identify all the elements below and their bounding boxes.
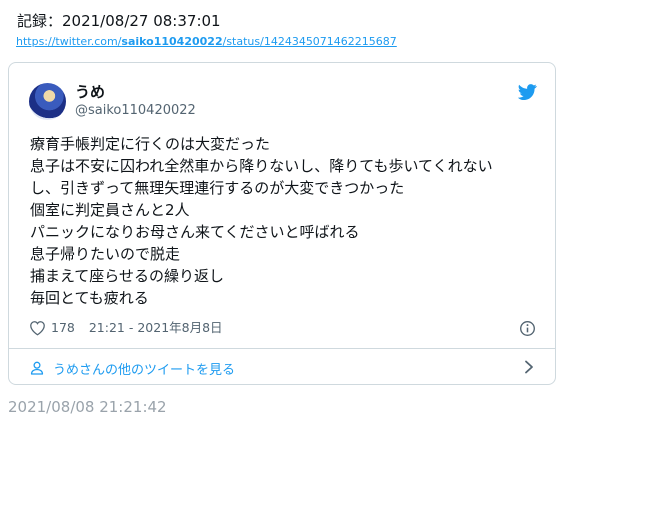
avatar[interactable] bbox=[29, 83, 66, 120]
tweet-line: 捕まえて座らせるの繰り返し bbox=[30, 267, 224, 285]
more-tweets-label: うめさんの他のツイートを見る bbox=[53, 362, 236, 378]
like-count[interactable]: 178 bbox=[51, 319, 75, 337]
tweet-url-link[interactable]: https://twitter.com/saiko110420022/statu… bbox=[16, 35, 397, 49]
tweet-line: 息子帰りたいので脱走 bbox=[30, 245, 181, 263]
url-suffix: /status/1424345071462215687 bbox=[222, 35, 397, 48]
author-name[interactable]: うめ bbox=[75, 82, 105, 102]
more-tweets-link[interactable]: うめさんの他のツイートを見る bbox=[29, 358, 235, 378]
tweet-text: 療育手帳判定に行くのは大変だった 息子は不安に囚われ全然車から降りないし、降りて… bbox=[30, 133, 540, 309]
author-handle[interactable]: @saiko110420022 bbox=[75, 102, 196, 120]
tweet-line: 毎回とても疲れる bbox=[30, 289, 149, 307]
tweet-line: し、引きずって無理矢理連行するのが大変できつかった bbox=[30, 179, 405, 197]
tweet-line: 息子は不安に囚われ全然車から降りないし、降りても歩いてくれない bbox=[30, 157, 493, 175]
tweet-line: 個室に判定員さんと2人 bbox=[30, 201, 190, 219]
tweet-meta: 178 21:21 - 2021年8月8日 bbox=[29, 319, 223, 337]
tweet-timestamp[interactable]: 21:21 - 2021年8月8日 bbox=[89, 319, 223, 337]
tweet-card: うめ @saiko110420022 療育手帳判定に行くのは大変だった 息子は不… bbox=[8, 62, 556, 385]
tweet-line: 療育手帳判定に行くのは大変だった bbox=[30, 135, 271, 153]
info-icon[interactable] bbox=[519, 320, 536, 337]
heart-icon[interactable] bbox=[29, 320, 46, 336]
url-user: saiko110420022 bbox=[121, 35, 223, 48]
card-divider bbox=[9, 348, 555, 349]
chevron-right-icon[interactable] bbox=[523, 360, 535, 374]
record-timestamp: 記録：2021/08/27 08:37:01 bbox=[17, 12, 221, 30]
url-prefix: https://twitter.com/ bbox=[16, 35, 122, 48]
person-icon bbox=[30, 361, 44, 375]
tweet-line: パニックになりお母さん来てくださいと呼ばれる bbox=[30, 223, 360, 241]
twitter-bird-icon[interactable] bbox=[518, 84, 537, 100]
footer-timestamp: 2021/08/08 21:21:42 bbox=[8, 398, 167, 416]
